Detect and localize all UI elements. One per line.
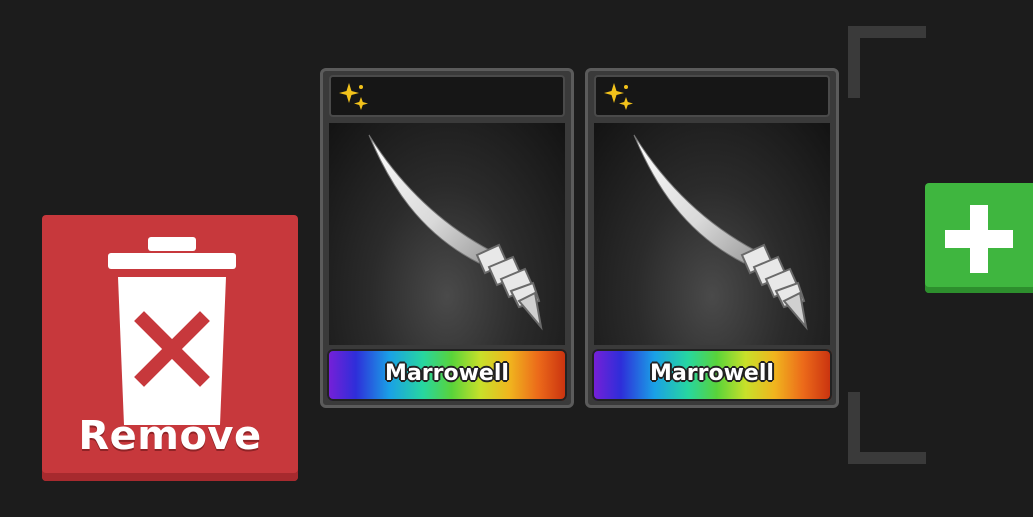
curved-blade-icon <box>368 134 543 331</box>
empty-slot-bracket-top <box>848 26 926 98</box>
remove-button[interactable]: Remove <box>42 215 298 481</box>
rarity-bar <box>594 75 830 117</box>
item-slot-1[interactable]: Marrowell <box>320 68 574 408</box>
trade-inventory-panel: Remove Marrowell Marrowell <box>0 0 1033 517</box>
item-name: Marrowell <box>650 361 774 386</box>
item-name-bar: Marrowell <box>327 349 567 401</box>
item-slot-2[interactable]: Marrowell <box>585 68 839 408</box>
remove-label: Remove <box>78 413 262 459</box>
item-name-bar: Marrowell <box>592 349 832 401</box>
plus-icon <box>945 205 1013 273</box>
add-item-button[interactable] <box>925 183 1033 293</box>
curved-blade-icon <box>633 134 808 331</box>
sparkle-icon <box>604 83 633 110</box>
sparkle-icon <box>339 83 368 110</box>
empty-slot-bracket-bottom <box>848 392 926 464</box>
item-image <box>329 123 565 345</box>
item-image <box>594 123 830 345</box>
rarity-bar <box>329 75 565 117</box>
item-name: Marrowell <box>385 361 509 386</box>
trash-icon <box>108 237 236 425</box>
